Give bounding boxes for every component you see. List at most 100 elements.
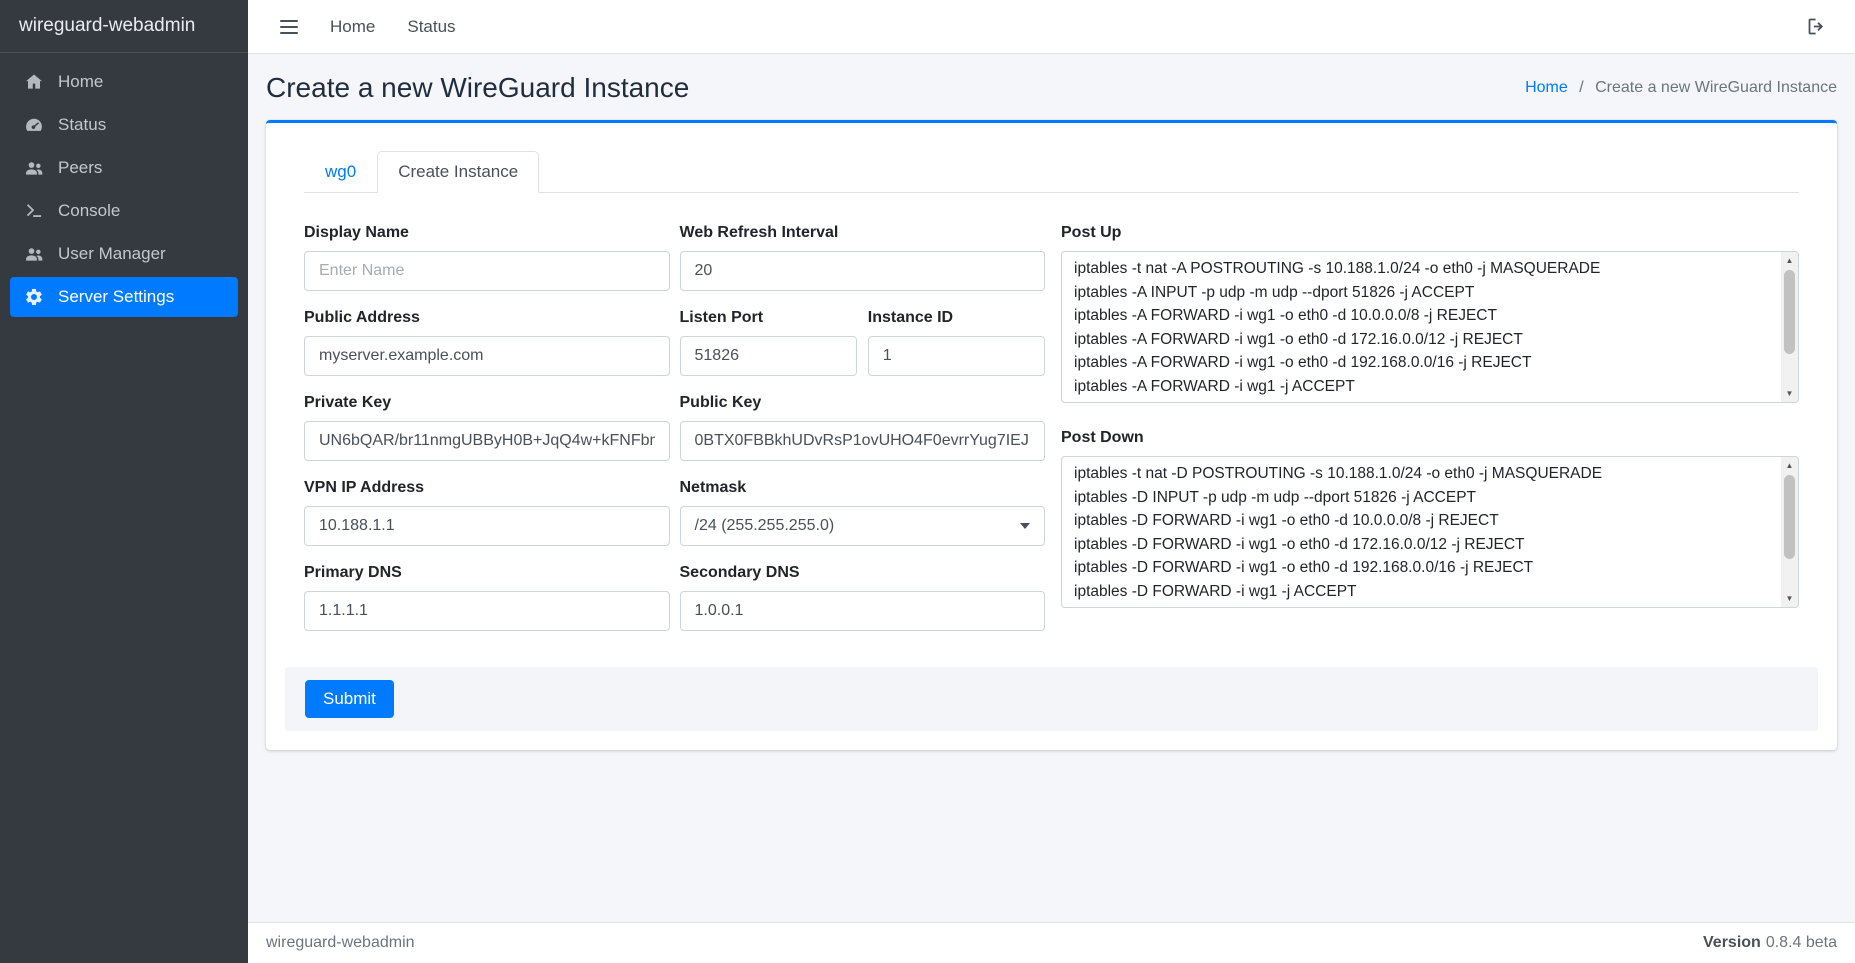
private-key-input[interactable] <box>304 421 670 461</box>
secondary-dns-input[interactable] <box>680 591 1046 631</box>
cogs-icon <box>23 287 45 307</box>
menu-toggle-icon[interactable] <box>270 16 308 38</box>
top-navbar: Home Status <box>248 0 1855 54</box>
navbar-link-home[interactable]: Home <box>314 17 391 37</box>
web-refresh-label: Web Refresh Interval <box>680 224 1046 242</box>
instance-id-input[interactable] <box>868 336 1045 376</box>
post-up-textarea[interactable]: iptables -t nat -A POSTROUTING -s 10.188… <box>1061 251 1799 403</box>
display-name-group: Display Name <box>304 224 670 291</box>
sidebar-item-label: User Manager <box>58 244 166 264</box>
public-address-group: Public Address <box>304 309 670 376</box>
sidebar-item-status[interactable]: Status <box>10 105 238 145</box>
footer-version: Version 0.8.4 beta <box>1703 934 1837 952</box>
content: Create a new WireGuard Instance Home / C… <box>248 54 1855 922</box>
scroll-track[interactable] <box>1781 269 1798 385</box>
vpn-ip-group: VPN IP Address <box>304 479 670 546</box>
footer-brand: wireguard-webadmin <box>266 934 415 952</box>
sidebar-item-label: Server Settings <box>58 287 174 307</box>
tab-wg0[interactable]: wg0 <box>304 151 377 193</box>
listen-port-label: Listen Port <box>680 309 857 327</box>
home-icon <box>23 72 45 92</box>
sidebar-item-home[interactable]: Home <box>10 62 238 102</box>
card-body: wg0 Create Instance Display Name Web Ref… <box>266 123 1837 649</box>
scroll-up-arrow[interactable]: ▲ <box>1781 457 1798 474</box>
primary-dns-group: Primary DNS <box>304 564 670 631</box>
secondary-dns-label: Secondary DNS <box>680 564 1046 582</box>
post-up-group: Post Up iptables -t nat -A POSTROUTING -… <box>1061 224 1799 403</box>
create-instance-card: wg0 Create Instance Display Name Web Ref… <box>266 120 1837 750</box>
breadcrumb-current: Create a new WireGuard Instance <box>1595 79 1837 96</box>
sidebar: wireguard-webadmin Home Status Peers Con… <box>0 0 248 963</box>
sidebar-item-console[interactable]: Console <box>10 191 238 231</box>
breadcrumb-separator: / <box>1579 79 1583 96</box>
scroll-up-arrow[interactable]: ▲ <box>1781 252 1798 269</box>
page-footer: wireguard-webadmin Version 0.8.4 beta <box>248 922 1855 963</box>
port-id-pair: Listen Port Instance ID <box>680 309 1046 376</box>
sidebar-item-server-settings[interactable]: Server Settings <box>10 277 238 317</box>
scroll-down-arrow[interactable]: ▼ <box>1781 590 1798 607</box>
content-header: Create a new WireGuard Instance Home / C… <box>248 54 1855 120</box>
post-up-label: Post Up <box>1061 224 1799 242</box>
scroll-down-arrow[interactable]: ▼ <box>1781 385 1798 402</box>
instance-id-group: Instance ID <box>868 309 1045 376</box>
sidebar-item-peers[interactable]: Peers <box>10 148 238 188</box>
users-gear-icon <box>23 244 45 264</box>
primary-dns-label: Primary DNS <box>304 564 670 582</box>
primary-dns-input[interactable] <box>304 591 670 631</box>
footer-version-label: Version <box>1703 934 1761 951</box>
brand-link[interactable]: wireguard-webadmin <box>0 0 248 53</box>
logout-icon[interactable] <box>1800 12 1833 41</box>
post-up-content: iptables -t nat -A POSTROUTING -s 10.188… <box>1062 252 1781 402</box>
breadcrumb-home-link[interactable]: Home <box>1525 79 1568 96</box>
sidebar-item-label: Console <box>58 201 120 221</box>
web-refresh-group: Web Refresh Interval <box>680 224 1046 291</box>
navbar-link-status[interactable]: Status <box>391 17 471 37</box>
web-refresh-input[interactable] <box>680 251 1046 291</box>
post-down-group: Post Down iptables -t nat -D POSTROUTING… <box>1061 429 1799 608</box>
listen-port-input[interactable] <box>680 336 857 376</box>
page-title: Create a new WireGuard Instance <box>266 72 689 104</box>
instance-form: Display Name Web Refresh Interval Public… <box>304 193 1799 649</box>
post-up-scrollbar[interactable]: ▲ ▼ <box>1781 252 1798 402</box>
brand-title: wireguard-webadmin <box>19 15 195 37</box>
display-name-input[interactable] <box>304 251 670 291</box>
terminal-icon <box>23 201 45 221</box>
netmask-selected-value: /24 (255.255.255.0) <box>695 517 835 535</box>
main-area: Home Status Create a new WireGuard Insta… <box>248 0 1855 963</box>
netmask-select[interactable]: /24 (255.255.255.0) <box>680 506 1046 546</box>
scroll-track[interactable] <box>1781 474 1798 590</box>
private-key-label: Private Key <box>304 394 670 412</box>
tachometer-icon <box>23 115 45 135</box>
post-down-label: Post Down <box>1061 429 1799 447</box>
submit-strip: Submit <box>285 667 1818 731</box>
post-down-content: iptables -t nat -D POSTROUTING -s 10.188… <box>1062 457 1781 607</box>
display-name-label: Display Name <box>304 224 670 242</box>
public-address-label: Public Address <box>304 309 670 327</box>
vpn-ip-input[interactable] <box>304 506 670 546</box>
tab-create-instance[interactable]: Create Instance <box>377 151 539 193</box>
private-key-group: Private Key <box>304 394 670 461</box>
post-down-textarea[interactable]: iptables -t nat -D POSTROUTING -s 10.188… <box>1061 456 1799 608</box>
instance-id-label: Instance ID <box>868 309 1045 327</box>
sidebar-item-label: Home <box>58 72 103 92</box>
listen-port-group: Listen Port <box>680 309 857 376</box>
public-key-input[interactable] <box>680 421 1046 461</box>
scroll-thumb[interactable] <box>1784 475 1795 559</box>
submit-button[interactable]: Submit <box>305 680 394 718</box>
footer-version-value: 0.8.4 beta <box>1766 934 1837 951</box>
sidebar-item-user-manager[interactable]: User Manager <box>10 234 238 274</box>
form-right-column: Post Up iptables -t nat -A POSTROUTING -… <box>1061 224 1799 649</box>
sidebar-item-label: Peers <box>58 158 102 178</box>
scroll-thumb[interactable] <box>1784 270 1795 354</box>
chevron-down-icon <box>1020 523 1030 529</box>
netmask-label: Netmask <box>680 479 1046 497</box>
public-key-group: Public Key <box>680 394 1046 461</box>
public-key-label: Public Key <box>680 394 1046 412</box>
sidebar-nav: Home Status Peers Console User Manager S… <box>0 53 248 329</box>
secondary-dns-group: Secondary DNS <box>680 564 1046 631</box>
breadcrumb: Home / Create a new WireGuard Instance <box>1525 79 1837 97</box>
sidebar-item-label: Status <box>58 115 106 135</box>
public-address-input[interactable] <box>304 336 670 376</box>
post-down-scrollbar[interactable]: ▲ ▼ <box>1781 457 1798 607</box>
netmask-group: Netmask /24 (255.255.255.0) <box>680 479 1046 546</box>
